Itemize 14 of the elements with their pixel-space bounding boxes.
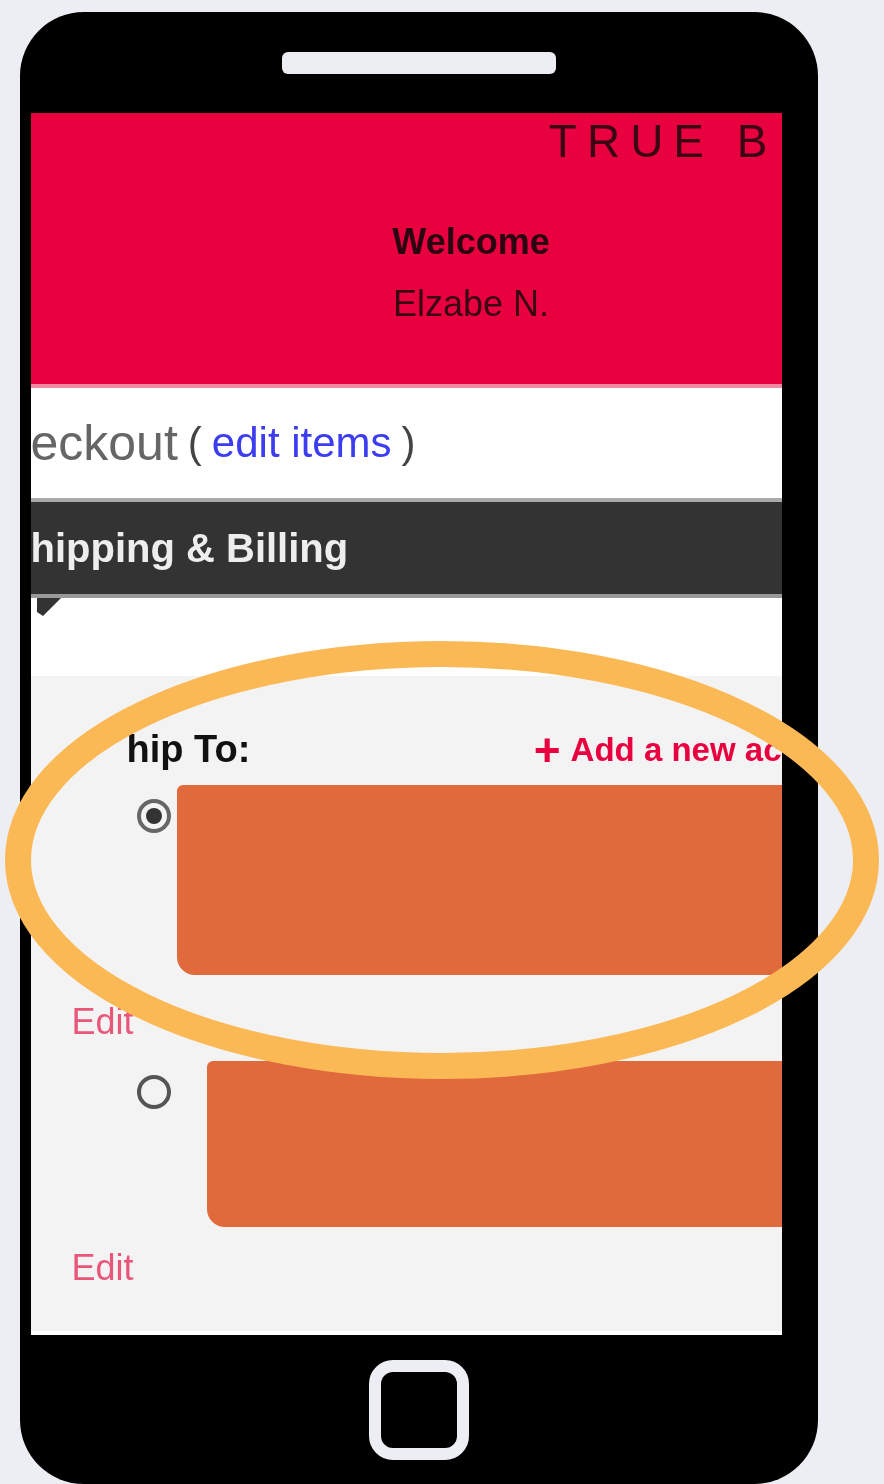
parenthesis-text: ( [187, 419, 202, 467]
radio-button[interactable] [136, 1075, 171, 1109]
edit-link[interactable]: Edit [71, 1001, 134, 1043]
checkout-title: eckout [30, 414, 178, 472]
user-name: Elzabe N. [392, 283, 550, 325]
section-title: hipping & Billing [30, 525, 349, 571]
welcome-text: Welcome [392, 221, 550, 263]
edit-link[interactable]: Edit [71, 1247, 134, 1289]
brand-logo-text: TRUE B [548, 114, 778, 169]
parenthesis-text: ) [401, 419, 416, 467]
ship-to-label: hip To: [126, 728, 251, 771]
edit-items-link[interactable]: edit items [211, 419, 392, 467]
home-button[interactable] [369, 1360, 469, 1460]
radio-button[interactable] [136, 799, 171, 833]
